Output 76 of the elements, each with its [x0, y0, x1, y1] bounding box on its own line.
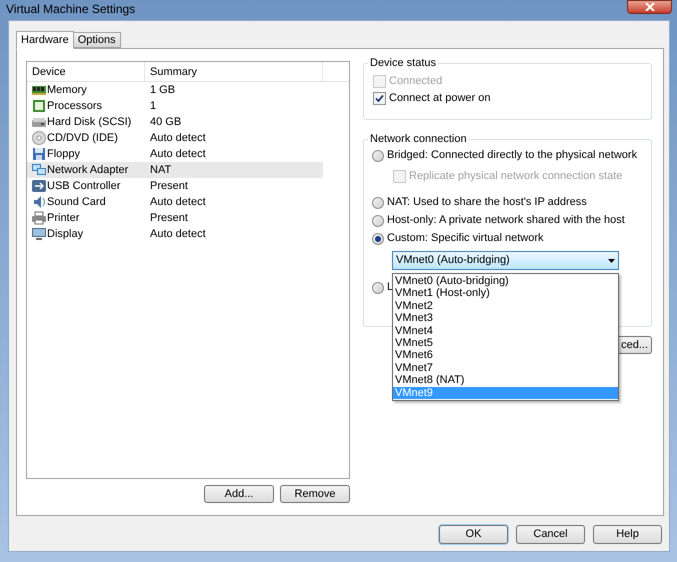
- device-name: Processors: [47, 98, 102, 114]
- radio-button[interactable]: [372, 150, 384, 162]
- dialog-button[interactable]: Cancel: [516, 525, 585, 544]
- floppy-icon: [32, 147, 46, 161]
- tab[interactable]: Hardware: [16, 31, 74, 49]
- dialog-button[interactable]: OK: [439, 525, 508, 544]
- close-button[interactable]: [627, 0, 672, 14]
- radio-label: L: [387, 280, 394, 296]
- dialog-button[interactable]: Help: [593, 525, 662, 544]
- column-header[interactable]: Device: [27, 62, 145, 82]
- checkbox-label: Connected: [389, 74, 442, 90]
- monitors-icon: [32, 163, 46, 177]
- device-row[interactable]: Memory 1 GB: [27, 82, 323, 98]
- device-row[interactable]: Floppy Auto detect: [27, 146, 323, 162]
- dropdown-option[interactable]: VMnet4: [393, 324, 618, 337]
- device-summary: Present: [150, 212, 188, 224]
- device-row[interactable]: USB Controller Present: [27, 178, 323, 194]
- network-dropdown[interactable]: VMnet0 (Auto-bridging): [392, 251, 619, 270]
- list-button[interactable]: Add...: [204, 485, 274, 503]
- device-summary: 1: [150, 100, 156, 112]
- tab[interactable]: Options: [74, 32, 121, 48]
- radio-label: Bridged: Connected directly to the physical network: [387, 148, 638, 164]
- dropdown-option[interactable]: VMnet7: [393, 362, 618, 374]
- device-row[interactable]: Hard Disk (SCSI) 40 GB: [27, 114, 323, 130]
- device-name: Printer: [47, 210, 80, 226]
- printer-icon: [32, 211, 46, 225]
- checkbox-label: Connect at power on: [389, 91, 491, 106]
- device-name: Memory: [47, 82, 87, 98]
- dropdown-option[interactable]: VMnet8 (NAT): [393, 374, 618, 387]
- device-name: CD/DVD (IDE): [47, 130, 118, 146]
- dropdown-option[interactable]: VMnet5: [393, 336, 618, 350]
- device-name: Network Adapter: [47, 162, 128, 178]
- radio-button[interactable]: [372, 282, 384, 294]
- dropdown-option[interactable]: VMnet1 (Host-only): [393, 287, 618, 300]
- memory-chip-icon: [32, 83, 46, 97]
- caret-icon: [608, 258, 615, 262]
- device-summary: 1 GB: [150, 84, 176, 96]
- speaker-icon: [32, 195, 46, 209]
- dropdown-option[interactable]: VMnet6: [393, 349, 618, 362]
- list-button[interactable]: Remove: [280, 485, 350, 503]
- device-row[interactable]: Sound Card Auto detect: [27, 194, 323, 210]
- device-name: Hard Disk (SCSI): [47, 114, 132, 130]
- monitor-icon: [32, 227, 46, 241]
- radio-label: Host-only: A private network shared with the host: [387, 213, 625, 228]
- dropdown-option[interactable]: VMnet0 (Auto-bridging): [393, 275, 618, 288]
- device-name: Floppy: [47, 146, 80, 162]
- device-row[interactable]: Network Adapter NAT: [27, 162, 323, 178]
- dropdown-option[interactable]: VMnet3: [393, 312, 618, 325]
- radio-button[interactable]: [372, 232, 384, 244]
- device-name: Display: [47, 226, 84, 242]
- device-summary: Auto detect: [150, 132, 206, 144]
- radio-button[interactable]: [372, 196, 384, 208]
- radio-label: Custom: Specific virtual network: [387, 231, 544, 246]
- device-summary: NAT: [150, 164, 172, 176]
- device-summary: Present: [150, 180, 188, 192]
- device-row[interactable]: Processors 1: [27, 98, 323, 114]
- hard-disk-icon: [32, 115, 46, 129]
- device-row[interactable]: Printer Present: [27, 210, 323, 226]
- checkbox[interactable]: [373, 92, 386, 105]
- disc-icon: [32, 131, 46, 145]
- device-summary: 40 GB: [150, 116, 182, 128]
- radio-label: NAT: Used to share the host's IP address: [387, 195, 587, 210]
- close-icon: [644, 3, 654, 11]
- device-name: Sound Card: [47, 194, 106, 210]
- dropdown-option[interactable]: VMnet2: [393, 300, 618, 312]
- device-summary: Auto detect: [150, 196, 206, 208]
- device-summary: Auto detect: [150, 148, 206, 160]
- chip-icon: [32, 99, 46, 113]
- device-row[interactable]: CD/DVD (IDE) Auto detect: [27, 130, 323, 146]
- window-title: Virtual Machine Settings: [6, 1, 136, 17]
- checkbox-label: Replicate physical network connection state: [409, 169, 622, 184]
- device-summary: Auto detect: [150, 228, 206, 240]
- radio-button[interactable]: [372, 214, 384, 226]
- device-name: USB Controller: [47, 178, 120, 194]
- device-row[interactable]: Display Auto detect: [27, 226, 323, 242]
- column-header[interactable]: Summary: [145, 62, 323, 82]
